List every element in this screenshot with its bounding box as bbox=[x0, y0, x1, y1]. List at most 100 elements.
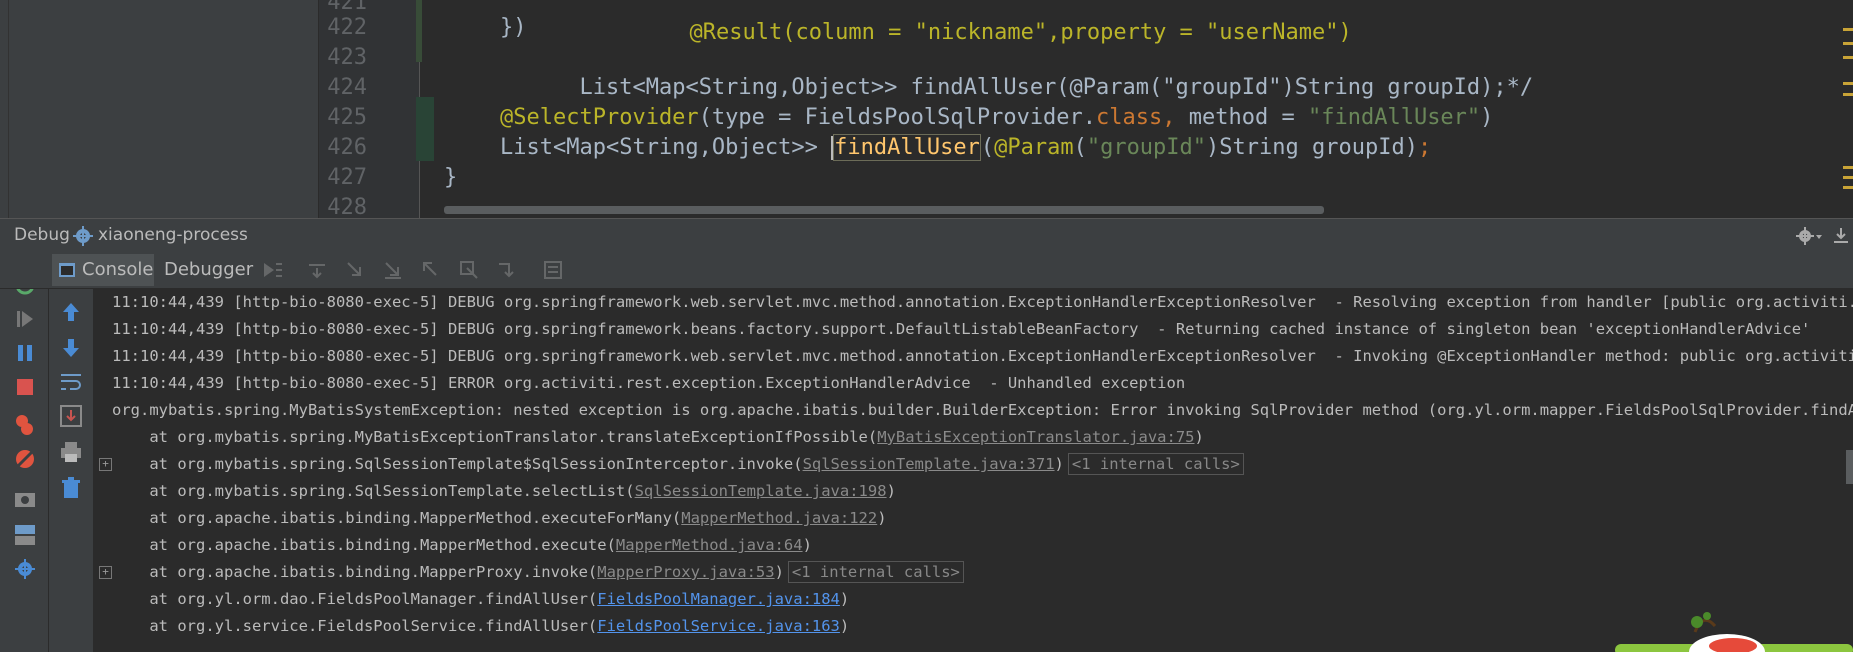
stripe-marker[interactable] bbox=[1843, 56, 1853, 59]
source-link[interactable]: MyBatisExceptionTranslator.java:75 bbox=[877, 428, 1194, 446]
tab-label: Debugger bbox=[164, 259, 254, 280]
frame-text: ) bbox=[886, 482, 896, 500]
frame-text: ) bbox=[774, 563, 784, 581]
annotation-token: @Param bbox=[994, 135, 1074, 160]
console-toolbar bbox=[49, 289, 94, 652]
code-token: List<Map<String,Object>> bbox=[500, 135, 832, 160]
step-into-icon[interactable] bbox=[344, 259, 366, 281]
internal-calls-fold[interactable]: <1 internal calls> bbox=[787, 561, 964, 583]
frame-text: ) bbox=[839, 617, 850, 635]
pause-icon[interactable] bbox=[12, 340, 38, 366]
run-config-icon bbox=[73, 226, 93, 246]
console-icon bbox=[59, 263, 75, 277]
source-link[interactable]: MapperMethod.java:122 bbox=[681, 509, 877, 527]
log-line: 11:10:44,439 [http-bio-8080-exec-5] DEBU… bbox=[112, 347, 1853, 365]
frame-text: ) bbox=[839, 590, 850, 608]
step-out-icon[interactable] bbox=[420, 259, 442, 281]
log-line: 11:10:44,439 [http-bio-8080-exec-5] DEBU… bbox=[112, 320, 1811, 338]
scroll-to-end-icon[interactable] bbox=[58, 403, 84, 429]
layout-icon[interactable] bbox=[12, 522, 38, 548]
comma-token: , bbox=[1162, 105, 1176, 130]
stack-frame: at org.yl.service.FieldsPoolService.find… bbox=[112, 613, 849, 640]
source-link[interactable]: SqlSessionTemplate.java:371 bbox=[803, 455, 1055, 473]
stack-frame: at org.yl.orm.dao.FieldsPoolManager.find… bbox=[112, 586, 849, 613]
code-editor[interactable]: 421 422 423 424 425 426 427 428 @Result(… bbox=[0, 0, 1853, 218]
clear-all-icon[interactable] bbox=[58, 475, 84, 501]
stripe-marker[interactable] bbox=[1843, 82, 1853, 85]
view-breakpoints-icon[interactable] bbox=[12, 412, 38, 438]
frame-text: at org.apache.ibatis.binding.MapperProxy… bbox=[112, 563, 598, 581]
evaluate-expression-icon[interactable] bbox=[542, 259, 564, 281]
console-output[interactable]: 11:10:44,439 [http-bio-8080-exec-5] DEBU… bbox=[94, 289, 1853, 652]
stack-frame: at org.mybatis.spring.SqlSessionTemplate… bbox=[112, 451, 1244, 478]
source-link[interactable]: MapperMethod.java:64 bbox=[616, 536, 803, 554]
string-token: "groupId" bbox=[1086, 135, 1207, 160]
frame-text: at org.mybatis.spring.MyBatisExceptionTr… bbox=[112, 428, 878, 446]
up-arrow-icon[interactable] bbox=[58, 299, 84, 325]
stripe-marker[interactable] bbox=[1843, 42, 1853, 45]
horizontal-scrollbar[interactable] bbox=[444, 206, 1324, 214]
run-config-name[interactable]: xiaoneng-process bbox=[98, 225, 248, 245]
stripe-marker[interactable] bbox=[1843, 176, 1853, 179]
code-token: ) bbox=[1480, 105, 1494, 130]
stripe-marker[interactable] bbox=[1843, 186, 1853, 189]
internal-calls-fold[interactable]: <1 internal calls> bbox=[1067, 453, 1244, 475]
down-arrow-icon[interactable] bbox=[58, 335, 84, 361]
debug-tabs: Console Debugger bbox=[0, 252, 1853, 289]
debug-actions-toolbar bbox=[0, 252, 49, 652]
camera-icon[interactable] bbox=[12, 486, 38, 512]
stop-icon[interactable] bbox=[12, 374, 38, 400]
code-line-422: }) bbox=[500, 15, 527, 40]
step-over-icon[interactable] bbox=[306, 259, 328, 281]
soft-wrap-icon[interactable] bbox=[58, 369, 84, 395]
resume-icon[interactable] bbox=[12, 306, 38, 332]
frame-text: at org.apache.ibatis.binding.MapperMetho… bbox=[112, 536, 616, 554]
line-number: 425 bbox=[327, 105, 367, 130]
expand-icon[interactable]: + bbox=[99, 566, 112, 579]
frame-text: at org.mybatis.spring.SqlSessionTemplate… bbox=[112, 482, 635, 500]
left-tool-strip bbox=[0, 0, 9, 218]
drop-frame-icon[interactable] bbox=[458, 259, 480, 281]
code-text: @Result(column = "nickname",property = "… bbox=[689, 20, 1352, 45]
line-number: 427 bbox=[327, 165, 367, 190]
code-token: (type = FieldsPoolSqlProvider. bbox=[698, 105, 1097, 130]
source-link[interactable]: MapperProxy.java:53 bbox=[597, 563, 774, 581]
stripe-marker[interactable] bbox=[1843, 166, 1853, 169]
line-number-gutter: 421 422 423 424 425 426 427 428 bbox=[319, 0, 420, 218]
frame-text: at org.yl.orm.dao.FieldsPoolManager.find… bbox=[112, 590, 598, 608]
line-number: 426 bbox=[327, 135, 367, 160]
force-step-into-icon[interactable] bbox=[382, 259, 404, 281]
source-link[interactable]: FieldsPoolManager.java:184 bbox=[597, 590, 840, 608]
tab-debugger[interactable]: Debugger bbox=[158, 254, 258, 286]
settings-icon[interactable] bbox=[12, 556, 38, 582]
code-token: method = bbox=[1175, 105, 1308, 130]
code-line-423: List<Map<String,Object>> findAllUser(@Pa… bbox=[500, 43, 1533, 100]
tab-console[interactable]: Console bbox=[52, 254, 154, 286]
expand-icon[interactable]: + bbox=[99, 458, 112, 471]
source-link[interactable]: SqlSessionTemplate.java:198 bbox=[635, 482, 887, 500]
annotation-token: @SelectProvider bbox=[500, 105, 699, 130]
frame-text: ) bbox=[1054, 455, 1064, 473]
console-scrollbar[interactable] bbox=[1846, 450, 1853, 484]
run-to-cursor-icon[interactable] bbox=[496, 259, 518, 281]
stripe-marker[interactable] bbox=[1843, 93, 1853, 96]
mute-breakpoints-icon[interactable] bbox=[12, 446, 38, 472]
settings-gear-icon[interactable] bbox=[1795, 226, 1823, 246]
print-icon[interactable] bbox=[58, 439, 84, 465]
frame-text: at org.mybatis.spring.SqlSessionTemplate… bbox=[112, 455, 803, 473]
stripe-marker[interactable] bbox=[1843, 28, 1853, 31]
show-execution-point-icon[interactable] bbox=[262, 259, 284, 281]
code-line-426: List<Map<String,Object>> findAllUser(@Pa… bbox=[500, 133, 1431, 163]
exception-line: org.mybatis.spring.MyBatisSystemExceptio… bbox=[112, 401, 1853, 419]
tab-label: Console bbox=[82, 259, 154, 280]
stack-frame: at org.mybatis.spring.SqlSessionTemplate… bbox=[112, 478, 896, 505]
code-area[interactable]: @Result(column = "nickname",property = "… bbox=[420, 0, 1840, 218]
source-link[interactable]: FieldsPoolService.java:163 bbox=[597, 617, 840, 635]
stack-frame: at org.apache.ibatis.binding.MapperMetho… bbox=[112, 505, 886, 532]
code-line-421: @Result(column = "nickname",property = "… bbox=[610, 0, 1351, 45]
hide-panel-icon[interactable] bbox=[1832, 226, 1850, 246]
code-token: ( bbox=[980, 135, 995, 160]
line-number: 422 bbox=[327, 15, 367, 40]
code-text: List<Map<String,Object>> findAllUser(@Pa… bbox=[579, 75, 1534, 100]
line-number: 423 bbox=[327, 45, 367, 70]
